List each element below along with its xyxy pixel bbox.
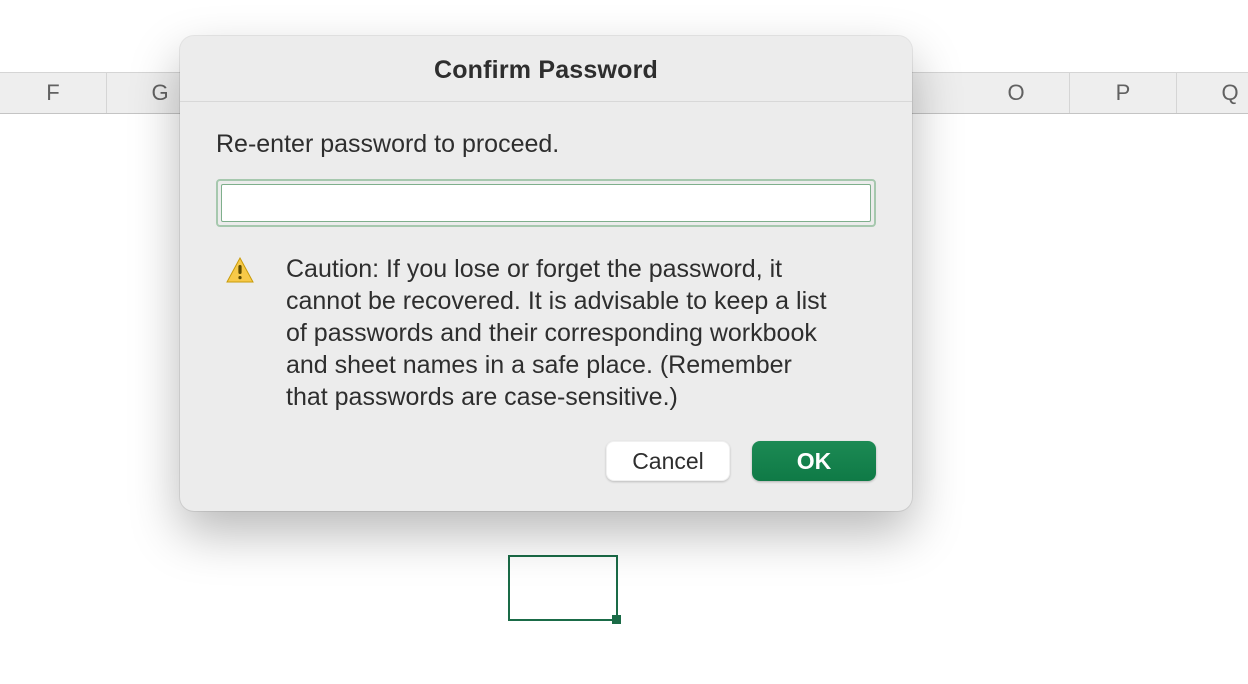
caution-text: Caution: If you lose or forget the passw…: [286, 253, 834, 413]
column-header[interactable]: P: [1070, 73, 1177, 113]
warning-icon: [226, 257, 260, 288]
password-field-wrap: [216, 179, 876, 227]
dialog-title: Confirm Password: [180, 36, 912, 102]
selected-cell[interactable]: [508, 555, 618, 621]
column-header[interactable]: O: [963, 73, 1070, 113]
column-header[interactable]: F: [0, 73, 107, 113]
dialog-prompt: Re-enter password to proceed.: [216, 130, 876, 159]
fill-handle[interactable]: [612, 615, 621, 624]
confirm-password-dialog: Confirm Password Re-enter password to pr…: [180, 36, 912, 511]
cancel-button[interactable]: Cancel: [606, 441, 730, 481]
column-header[interactable]: Q: [1177, 73, 1248, 113]
ok-button[interactable]: OK: [752, 441, 876, 481]
password-input[interactable]: [221, 184, 871, 222]
